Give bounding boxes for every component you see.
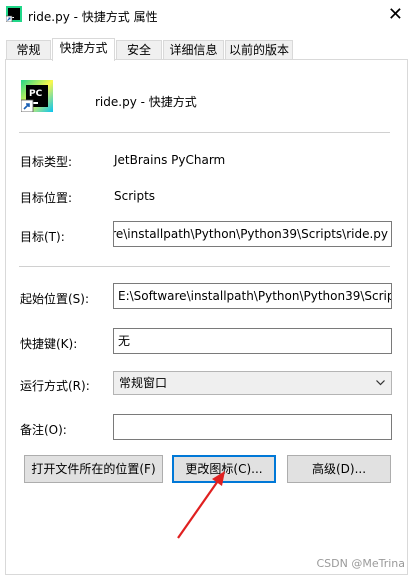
target-input-text: are\installpath\Python\Python39\Scripts\… bbox=[113, 227, 388, 241]
start-in-input-text: E:\Software\installpath\Python\Python39\… bbox=[118, 289, 392, 303]
open-file-location-button[interactable]: 打开文件所在的位置(F) bbox=[24, 455, 163, 483]
shortcut-name: ride.py - 快捷方式 bbox=[95, 95, 197, 109]
title-bar: ride.py - 快捷方式 属性 ✕ bbox=[0, 0, 413, 36]
tab-security[interactable]: 安全 bbox=[116, 40, 162, 59]
target-location-label: 目标位置: bbox=[20, 191, 73, 205]
annotation-arrow-icon bbox=[177, 471, 225, 539]
shortcut-key-input[interactable]: 无 bbox=[113, 328, 392, 354]
separator bbox=[19, 132, 390, 133]
chevron-down-icon bbox=[376, 380, 385, 386]
pycharm-shortcut-icon bbox=[6, 6, 22, 22]
shortcut-key-input-text: 无 bbox=[118, 334, 131, 348]
close-icon[interactable]: ✕ bbox=[388, 4, 403, 25]
tab-details[interactable]: 详细信息 bbox=[163, 40, 224, 59]
start-in-input[interactable]: E:\Software\installpath\Python\Python39\… bbox=[113, 283, 392, 309]
tab-general[interactable]: 常规 bbox=[6, 40, 51, 59]
run-select[interactable]: 常规窗口 bbox=[113, 371, 392, 395]
target-type-label: 目标类型: bbox=[20, 155, 73, 169]
advanced-button[interactable]: 高级(D)... bbox=[287, 455, 391, 483]
target-type-value: JetBrains PyCharm bbox=[114, 153, 226, 167]
tab-strip: 常规 快捷方式 安全 详细信息 以前的版本 bbox=[6, 38, 407, 61]
target-label: 目标(T): bbox=[20, 230, 65, 244]
pycharm-icon: PC bbox=[21, 80, 53, 112]
tab-previous-versions[interactable]: 以前的版本 bbox=[225, 40, 293, 59]
comment-label: 备注(O): bbox=[20, 423, 67, 437]
separator bbox=[19, 266, 390, 267]
run-label: 运行方式(R): bbox=[20, 379, 90, 393]
run-select-value: 常规窗口 bbox=[119, 376, 168, 390]
start-in-label: 起始位置(S): bbox=[20, 292, 90, 306]
window-title: ride.py - 快捷方式 属性 bbox=[28, 10, 158, 24]
comment-input[interactable] bbox=[113, 414, 392, 440]
watermark: CSDN @MeTrina bbox=[316, 557, 405, 570]
pycharm-icon-text: PC bbox=[29, 89, 43, 99]
shortcut-key-label: 快捷键(K): bbox=[20, 337, 78, 351]
target-location-value: Scripts bbox=[114, 189, 156, 203]
tab-shortcut[interactable]: 快捷方式 bbox=[52, 38, 115, 61]
target-input[interactable]: are\installpath\Python\Python39\Scripts\… bbox=[113, 221, 392, 247]
